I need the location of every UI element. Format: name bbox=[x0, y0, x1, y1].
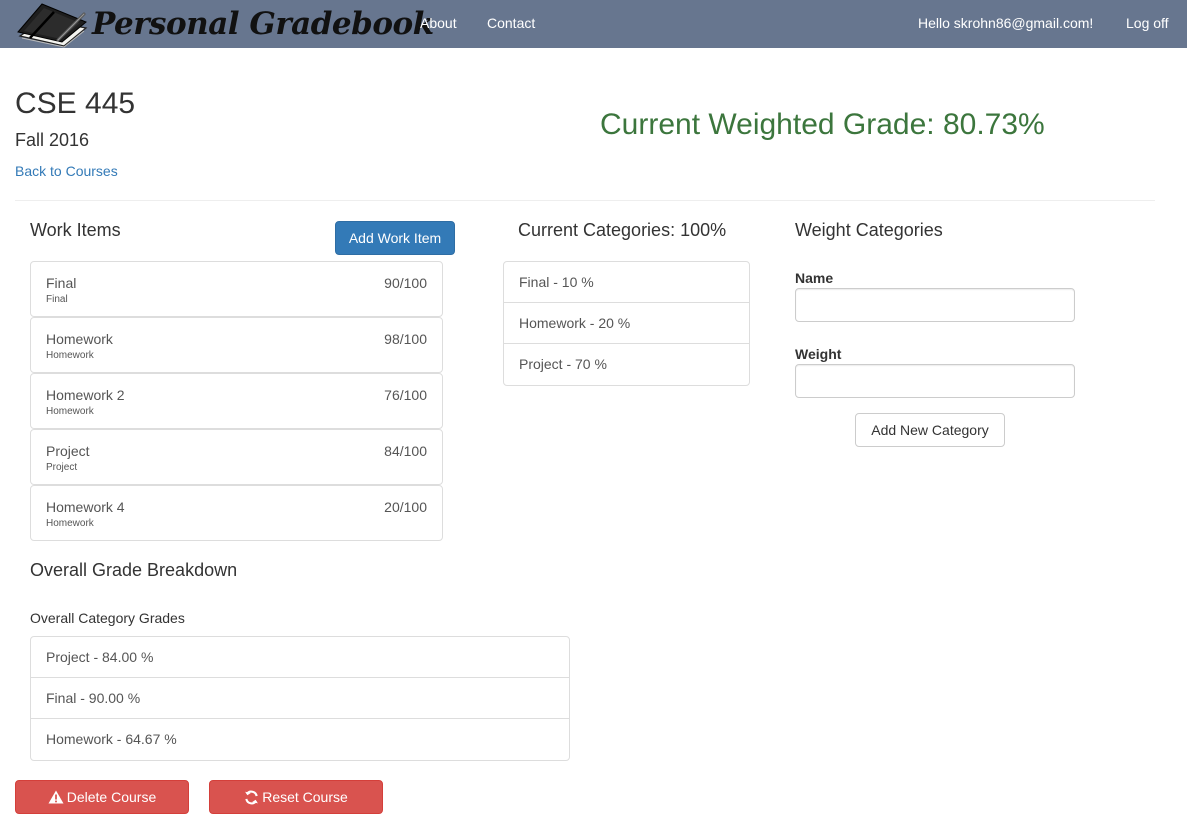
work-item[interactable]: Project Project 84/100 bbox=[30, 429, 443, 485]
work-item-score: 76/100 bbox=[384, 387, 427, 403]
weight-categories-heading: Weight Categories bbox=[795, 220, 943, 240]
category-grades-list: Project - 84.00 % Final - 90.00 % Homewo… bbox=[30, 636, 570, 761]
current-categories-list: Final - 10 % Homework - 20 % Project - 7… bbox=[503, 261, 750, 386]
delete-course-button[interactable]: Delete Course bbox=[15, 780, 189, 814]
work-items-list: Final Final 90/100 Homework Homework 98/… bbox=[30, 261, 443, 541]
work-item-score: 98/100 bbox=[384, 331, 427, 347]
category-name-input[interactable] bbox=[795, 288, 1075, 322]
work-item-category: Final bbox=[46, 294, 68, 305]
work-item-category: Homework bbox=[46, 518, 94, 529]
work-item-score: 84/100 bbox=[384, 443, 427, 459]
divider bbox=[15, 200, 1155, 201]
category-grade-item: Project - 84.00 % bbox=[31, 637, 569, 678]
reset-course-label: Reset Course bbox=[262, 789, 348, 805]
work-item-name: Homework 2 bbox=[46, 387, 125, 403]
warning-triangle-icon bbox=[48, 790, 64, 804]
add-new-category-button[interactable]: Add New Category bbox=[855, 413, 1005, 447]
notebook-icon bbox=[17, 3, 88, 48]
work-item-name: Homework bbox=[46, 331, 113, 347]
add-work-item-button[interactable]: Add Work Item bbox=[335, 221, 455, 255]
work-item-name: Final bbox=[46, 275, 77, 291]
nav-logoff-link[interactable]: Log off bbox=[1126, 0, 1169, 48]
category-grade-item: Homework - 64.67 % bbox=[46, 731, 177, 747]
work-item-score: 90/100 bbox=[384, 275, 427, 291]
category-item[interactable]: Homework - 20 % bbox=[504, 303, 749, 344]
name-label: Name bbox=[795, 270, 834, 286]
category-weight-input[interactable] bbox=[795, 364, 1075, 398]
work-item-category: Homework bbox=[46, 406, 94, 417]
work-item[interactable]: Homework Homework 98/100 bbox=[30, 317, 443, 373]
weight-label: Weight bbox=[795, 346, 842, 362]
reset-course-button[interactable]: Reset Course bbox=[209, 780, 383, 814]
current-categories-heading: Current Categories: 100% bbox=[518, 220, 727, 240]
nav-user-greeting-link[interactable]: Hello skrohn86@gmail.com! bbox=[918, 0, 1093, 48]
delete-course-label: Delete Course bbox=[66, 789, 157, 805]
course-term: Fall 2016 bbox=[15, 130, 90, 150]
course-title: CSE 445 bbox=[15, 87, 136, 120]
current-weighted-grade: Current Weighted Grade: 80.73% bbox=[600, 108, 1045, 141]
work-item-category: Project bbox=[46, 462, 78, 473]
work-item[interactable]: Final Final 90/100 bbox=[30, 261, 443, 317]
brand-title: Personal Gradebook bbox=[92, 6, 434, 42]
refresh-icon bbox=[245, 790, 259, 804]
work-item-name: Project bbox=[46, 443, 90, 459]
work-item-score: 20/100 bbox=[384, 499, 427, 515]
work-item[interactable]: Homework 2 Homework 76/100 bbox=[30, 373, 443, 429]
work-item-category: Homework bbox=[46, 350, 94, 361]
back-to-courses-link[interactable]: Back to Courses bbox=[15, 162, 118, 180]
category-grades-subheading: Overall Category Grades bbox=[30, 610, 185, 626]
work-item-name: Homework 4 bbox=[46, 499, 125, 515]
work-item[interactable]: Homework 4 Homework 20/100 bbox=[30, 485, 443, 541]
grade-breakdown-heading: Overall Grade Breakdown bbox=[30, 560, 238, 580]
brand-link[interactable]: Personal Gradebook bbox=[14, 0, 434, 48]
work-items-heading: Work Items bbox=[30, 220, 121, 240]
category-item[interactable]: Project - 70 % bbox=[504, 344, 749, 385]
navbar: Personal Gradebook About Contact Hello s… bbox=[0, 0, 1187, 48]
category-grade-item: Final - 90.00 % bbox=[31, 678, 569, 719]
category-item[interactable]: Final - 10 % bbox=[504, 262, 749, 303]
nav-about-link[interactable]: About bbox=[420, 0, 457, 48]
nav-contact-link[interactable]: Contact bbox=[487, 0, 535, 48]
